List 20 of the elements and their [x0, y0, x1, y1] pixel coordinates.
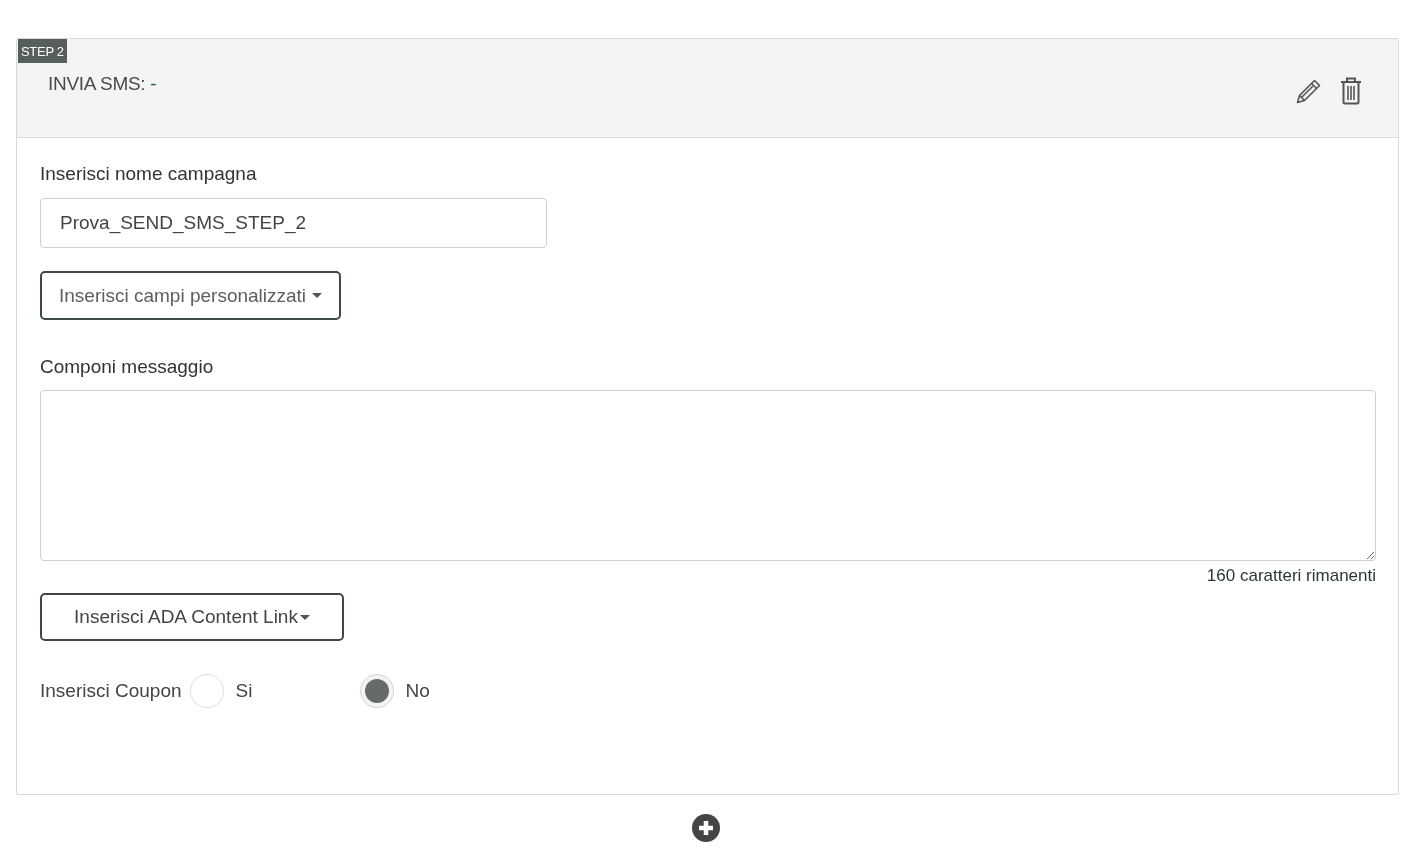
trash-icon[interactable]: [1340, 77, 1362, 105]
step-badge: STEP 2: [18, 39, 67, 63]
character-counter: 160 caratteri rimanenti: [1206, 566, 1376, 586]
radio-label: Si: [235, 680, 253, 702]
radio-label: No: [405, 680, 430, 702]
step-title: INVIA SMS:: [48, 73, 146, 95]
caret-icon: [299, 614, 310, 620]
radio-button[interactable]: [359, 674, 394, 708]
coupon-label: Inserisci Coupon: [40, 680, 182, 702]
message-label: Componi messaggio: [40, 356, 214, 378]
campaign-name-field[interactable]: Prova_SEND_SMS_STEP_2: [40, 198, 547, 248]
caret-icon: [312, 293, 323, 298]
edit-icon[interactable]: [1296, 78, 1322, 104]
radio-button[interactable]: [189, 674, 224, 708]
campaign-name-label: Inserisci nome campagna: [40, 163, 257, 185]
add-icon[interactable]: [692, 814, 720, 842]
message-field[interactable]: [40, 390, 1376, 561]
custom-fields-dropdown[interactable]: Inserisci campi personalizzati: [40, 271, 342, 320]
content-link-dropdown[interactable]: Inserisci ADA Content Link: [40, 593, 344, 641]
step-title-value: -: [150, 73, 157, 95]
